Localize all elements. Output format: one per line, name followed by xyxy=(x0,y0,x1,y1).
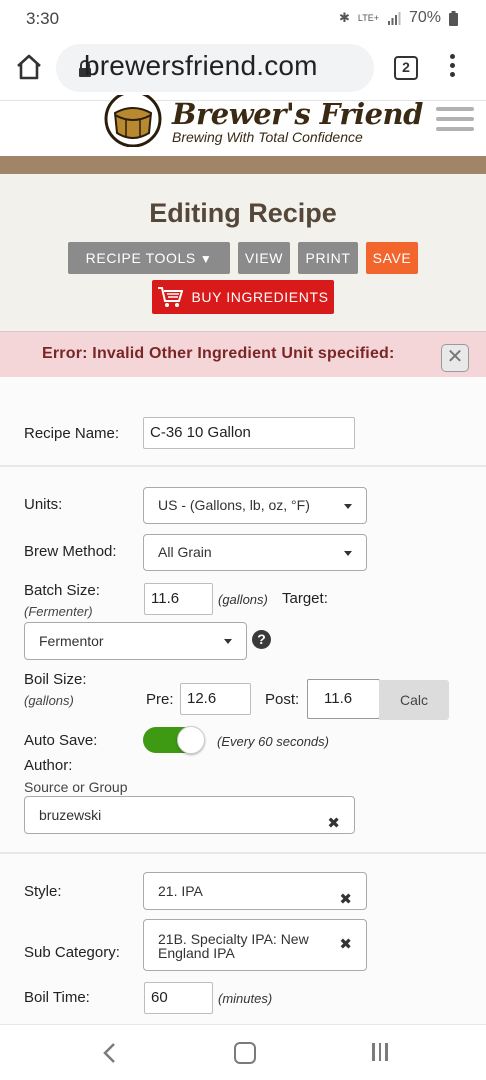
battery-percent: 70% xyxy=(408,9,441,26)
browser-toolbar: brewersfriend.com 2 xyxy=(0,36,486,100)
pre-boil-label: Pre: xyxy=(146,691,174,708)
pre-boil-input[interactable]: 12.6 xyxy=(180,683,251,715)
boil-size-sublabel: (gallons) xyxy=(24,693,74,708)
buy-ingredients-label: BUY INGREDIENTS xyxy=(191,289,329,305)
recipe-name-label: Recipe Name: xyxy=(24,425,120,442)
sub-category-select[interactable]: 21B. Specialty IPA: New England IPA ✖ xyxy=(143,919,367,971)
batch-size-label: Batch Size: xyxy=(24,582,100,599)
boil-size-label: Boil Size: xyxy=(24,671,87,688)
divider xyxy=(0,852,486,854)
buy-ingredients-button[interactable]: BUY INGREDIENTS xyxy=(152,280,334,314)
url-text: brewersfriend.com xyxy=(84,50,318,81)
toggle-knob xyxy=(177,726,205,754)
browser-menu-icon[interactable] xyxy=(446,54,458,82)
dropdown-arrow-icon xyxy=(224,639,232,644)
clear-icon[interactable]: ✖ xyxy=(339,882,352,918)
auto-save-toggle[interactable] xyxy=(143,726,205,754)
batch-size-input[interactable]: 11.6 xyxy=(144,583,213,615)
brewers-friend-logo-icon[interactable] xyxy=(104,95,162,147)
author-input[interactable]: bruzewski ✖ xyxy=(24,796,355,834)
brew-method-value: All Grain xyxy=(158,544,212,560)
bluetooth-icon: ✱ xyxy=(338,10,350,25)
status-time: 3:30 xyxy=(26,9,60,28)
system-navigation-bar xyxy=(0,1024,486,1080)
recipe-tools-label: RECIPE TOOLS xyxy=(85,250,196,266)
header-divider xyxy=(0,156,486,174)
sub-category-value-line2: England IPA xyxy=(158,945,235,961)
divider xyxy=(0,465,486,467)
triangle-down-icon: ▼ xyxy=(199,252,213,266)
logo-title[interactable]: Brewer's Friend xyxy=(172,97,423,131)
recipe-name-input[interactable]: C-36 10 Gallon xyxy=(143,417,355,449)
error-banner: Error: Invalid Other Ingredient Unit spe… xyxy=(0,331,486,377)
logo-tagline: Brewing With Total Confidence xyxy=(172,129,363,145)
batch-size-sublabel: (Fermenter) xyxy=(24,604,93,619)
dropdown-arrow-icon xyxy=(344,503,352,509)
status-icons: ✱ LTE+ 70% xyxy=(339,9,458,27)
post-boil-label: Post: xyxy=(265,691,300,708)
status-bar: 3:30 ✱ LTE+ 70% xyxy=(0,0,486,36)
boil-time-unit: (minutes) xyxy=(218,991,273,1006)
dropdown-arrow-icon xyxy=(344,550,352,556)
back-icon[interactable] xyxy=(100,1041,120,1065)
units-select[interactable]: US - (Gallons, lb, oz, °F) xyxy=(143,487,367,524)
hamburger-menu-icon[interactable] xyxy=(436,107,474,133)
print-button[interactable]: PRINT xyxy=(298,242,358,274)
target-select[interactable]: Fermentor xyxy=(24,622,247,660)
style-select[interactable]: 21. IPA ✖ xyxy=(143,872,367,910)
brew-method-label: Brew Method: xyxy=(24,543,117,560)
clear-icon[interactable]: ✖ xyxy=(339,937,352,952)
network-label: LTE+ xyxy=(357,13,379,23)
recipe-tools-button[interactable]: RECIPE TOOLS ▼ xyxy=(68,242,230,274)
brew-method-select[interactable]: All Grain xyxy=(143,534,367,571)
boil-time-label: Boil Time: xyxy=(24,989,90,1006)
battery-icon xyxy=(449,10,458,26)
tab-switcher-button[interactable]: 2 xyxy=(394,56,418,80)
close-icon[interactable]: ✕ xyxy=(441,344,469,372)
sub-category-label: Sub Category: xyxy=(24,944,120,961)
auto-save-label: Auto Save: xyxy=(24,732,98,749)
target-value: Fermentor xyxy=(39,633,104,649)
home-nav-icon[interactable] xyxy=(234,1042,256,1064)
page-title: Editing Recipe xyxy=(149,198,337,228)
address-bar[interactable]: brewersfriend.com xyxy=(56,44,374,92)
recent-apps-icon[interactable] xyxy=(372,1043,392,1063)
save-button[interactable]: SAVE xyxy=(366,242,418,274)
author-value: bruzewski xyxy=(39,807,102,823)
units-value: US - (Gallons, lb, oz, °F) xyxy=(158,497,310,513)
site-header: Brewer's Friend Brewing With Total Confi… xyxy=(0,95,486,156)
help-icon[interactable]: ? xyxy=(252,630,271,649)
auto-save-note: (Every 60 seconds) xyxy=(217,734,329,749)
target-label: Target: xyxy=(282,590,328,607)
style-label: Style: xyxy=(24,883,62,900)
shopping-cart-icon xyxy=(158,286,184,307)
author-sublabel: Source or Group xyxy=(24,779,128,795)
recipe-form: Recipe Name: C-36 10 Gallon Units: US - … xyxy=(0,377,486,1024)
clear-icon[interactable]: ✖ xyxy=(327,806,340,842)
calc-button[interactable]: Calc xyxy=(379,680,449,720)
home-icon[interactable] xyxy=(14,52,44,82)
boil-time-input[interactable]: 60 xyxy=(144,982,213,1014)
author-label: Author: xyxy=(24,757,73,774)
style-value: 21. IPA xyxy=(158,883,203,899)
batch-size-unit: (gallons) xyxy=(218,592,268,607)
view-button[interactable]: VIEW xyxy=(238,242,290,274)
units-label: Units: xyxy=(24,496,63,513)
error-message: Error: Invalid Other Ingredient Unit spe… xyxy=(42,345,395,362)
sub-category-value-line1: 21B. Specialty IPA: New xyxy=(158,931,309,947)
page-title-area: Editing Recipe RECIPE TOOLS ▼ VIEW PRINT … xyxy=(0,174,486,331)
signal-icon xyxy=(387,12,401,25)
post-boil-input[interactable]: 11.6 xyxy=(307,679,380,719)
